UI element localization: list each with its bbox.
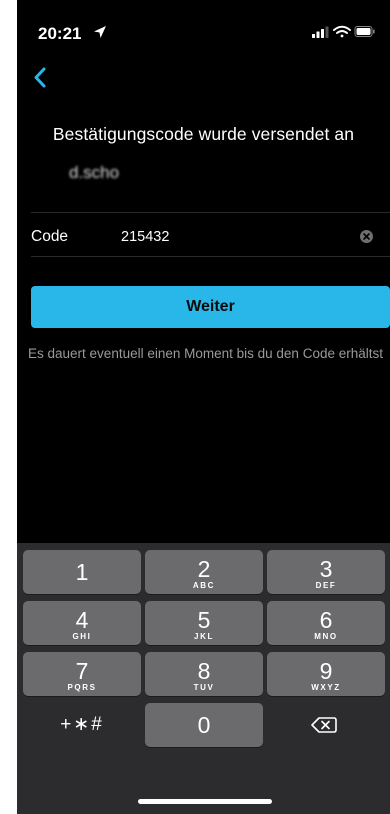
- location-arrow-icon: [94, 26, 106, 38]
- key-digit: 0: [197, 712, 211, 738]
- key-7[interactable]: 7 PQRS: [23, 652, 141, 696]
- key-letters: WXYZ: [311, 683, 341, 692]
- signal-icon: [312, 26, 329, 38]
- numeric-keypad: 1 2 ABC 3 DEF 4 GHI 5 JKL 6 MNO 7 PQRS 8: [17, 543, 390, 814]
- key-digit: 2: [197, 556, 211, 582]
- key-digit: 6: [319, 607, 333, 633]
- key-1[interactable]: 1: [23, 550, 141, 594]
- key-letters: DEF: [315, 581, 337, 590]
- key-3[interactable]: 3 DEF: [267, 550, 385, 594]
- key-digit: 8: [197, 658, 211, 684]
- continue-button[interactable]: Weiter: [31, 286, 390, 328]
- clear-input-button[interactable]: [360, 230, 373, 243]
- key-digit: 9: [319, 658, 333, 684]
- divider-top: [31, 212, 390, 213]
- key-letters: TUV: [193, 683, 215, 692]
- key-letters: MNO: [314, 632, 338, 641]
- status-time: 20:21: [38, 24, 82, 43]
- key-9[interactable]: 9 WXYZ: [267, 652, 385, 696]
- key-letters: JKL: [194, 632, 214, 641]
- key-2[interactable]: 2 ABC: [145, 550, 263, 594]
- key-letters: ABC: [192, 581, 216, 590]
- page-title: Bestätigungscode wurde versendet an: [52, 124, 355, 144]
- app-screen: 20:21 Bestätigungscode wurde versendet a…: [17, 0, 390, 814]
- key-0[interactable]: 0: [145, 703, 263, 747]
- key-8[interactable]: 8 TUV: [145, 652, 263, 696]
- home-indicator[interactable]: [138, 799, 272, 804]
- wifi-icon: [333, 25, 351, 38]
- delete-key[interactable]: [267, 703, 385, 747]
- hint-text: Es dauert eventuell einen Moment bis du …: [28, 346, 383, 361]
- key-digit: 3: [319, 556, 333, 582]
- key-5[interactable]: 5 JKL: [145, 601, 263, 645]
- recipient-address: d.scho: [69, 163, 120, 182]
- key-digit: 7: [75, 658, 89, 684]
- close-icon: [363, 233, 370, 240]
- key-4[interactable]: 4 GHI: [23, 601, 141, 645]
- back-button[interactable]: [31, 62, 59, 94]
- status-bar: 20:21: [17, 0, 390, 60]
- key-symbols[interactable]: +∗#: [23, 703, 141, 747]
- battery-icon: [354, 26, 375, 37]
- backspace-icon: [311, 717, 337, 733]
- key-6[interactable]: 6 MNO: [267, 601, 385, 645]
- key-letters: GHI: [72, 632, 92, 641]
- key-digit: 5: [197, 607, 211, 633]
- key-letters: PQRS: [67, 683, 97, 692]
- status-indicators: [312, 25, 375, 38]
- key-digit: 4: [75, 607, 89, 633]
- chevron-left-icon: [34, 67, 46, 88]
- symbols-label: +∗#: [60, 714, 104, 735]
- code-input[interactable]: [121, 226, 341, 248]
- divider-bottom: [31, 256, 390, 257]
- code-label: Code: [31, 228, 69, 245]
- key-digit: 1: [75, 559, 89, 585]
